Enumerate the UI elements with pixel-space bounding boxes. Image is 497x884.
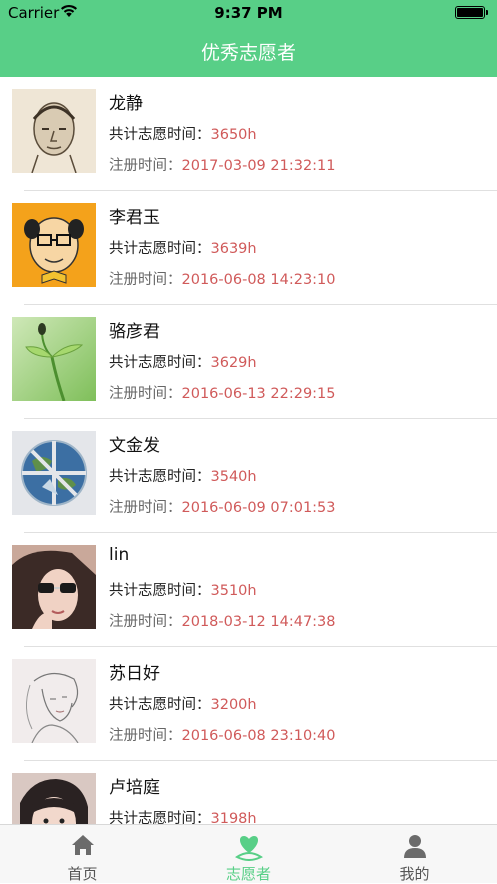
avatar bbox=[12, 545, 96, 629]
tab-volunteers[interactable]: 志愿者 bbox=[166, 825, 331, 884]
volunteer-name: 龙静 bbox=[109, 94, 143, 114]
register-time: 注册时间：2016-06-09 07:01:53 bbox=[109, 500, 336, 516]
total-hours: 共计志愿时间：3510h bbox=[109, 583, 257, 599]
volunteer-name: 骆彦君 bbox=[109, 322, 160, 342]
total-hours: 共计志愿时间：3200h bbox=[109, 697, 257, 713]
register-time: 注册时间：2016-06-08 14:23:10 bbox=[109, 272, 336, 288]
page-title: 优秀志愿者 bbox=[200, 42, 296, 64]
clock: 9:37 PM bbox=[214, 4, 283, 22]
tab-label: 首页 bbox=[67, 865, 98, 883]
register-time: 注册时间：2017-03-09 21:32:11 bbox=[109, 158, 336, 174]
volunteer-name: lin bbox=[109, 545, 130, 565]
volunteer-name: 苏日好 bbox=[109, 664, 160, 684]
tab-label: 我的 bbox=[399, 865, 430, 883]
tab-label: 志愿者 bbox=[225, 865, 271, 883]
volunteer-name: 卢培庭 bbox=[109, 778, 160, 798]
avatar bbox=[12, 203, 96, 287]
volunteer-row[interactable]: lin 共计志愿时间：3510h 注册时间：2018-03-12 14:47:3… bbox=[0, 533, 497, 647]
total-hours: 共计志愿时间：3639h bbox=[109, 241, 257, 257]
heart-hand-icon bbox=[234, 836, 263, 861]
tab-mine[interactable]: 我的 bbox=[332, 825, 497, 884]
total-hours: 共计志愿时间：3650h bbox=[109, 127, 257, 143]
volunteer-name: 李君玉 bbox=[109, 208, 160, 228]
avatar bbox=[12, 659, 96, 743]
volunteer-row[interactable]: 苏日好 共计志愿时间：3200h 注册时间：2016-06-08 23:10:4… bbox=[0, 647, 497, 761]
navigation-bar: 优秀志愿者 bbox=[0, 26, 497, 77]
avatar bbox=[12, 431, 96, 515]
home-icon bbox=[71, 835, 94, 855]
register-time: 注册时间：2016-06-08 23:10:40 bbox=[109, 728, 336, 744]
register-time: 注册时间：2016-06-13 22:29:15 bbox=[109, 386, 336, 402]
total-hours: 共计志愿时间：3629h bbox=[109, 355, 257, 371]
total-hours: 共计志愿时间：3540h bbox=[109, 469, 257, 485]
volunteer-row[interactable]: 文金发 共计志愿时间：3540h 注册时间：2016-06-09 07:01:5… bbox=[0, 419, 497, 533]
battery-icon bbox=[455, 6, 488, 19]
status-bar: Carrier 9:37 PM bbox=[0, 0, 497, 26]
volunteer-name: 文金发 bbox=[109, 436, 160, 456]
volunteer-list[interactable]: 龙静 共计志愿时间：3650h 注册时间：2017-03-09 21:32:11… bbox=[0, 77, 497, 824]
volunteer-row[interactable]: 李君玉 共计志愿时间：3639h 注册时间：2016-06-08 14:23:1… bbox=[0, 191, 497, 305]
person-icon bbox=[403, 835, 426, 858]
volunteer-row[interactable]: 卢培庭 共计志愿时间：3198h bbox=[0, 761, 497, 824]
volunteer-row[interactable]: 骆彦君 共计志愿时间：3629h 注册时间：2016-06-13 22:29:1… bbox=[0, 305, 497, 419]
volunteer-row[interactable]: 龙静 共计志愿时间：3650h 注册时间：2017-03-09 21:32:11 bbox=[0, 77, 497, 191]
avatar bbox=[12, 89, 96, 173]
register-time: 注册时间：2018-03-12 14:47:38 bbox=[109, 614, 336, 630]
avatar bbox=[12, 317, 96, 401]
avatar bbox=[12, 773, 96, 824]
total-hours: 共计志愿时间：3198h bbox=[109, 811, 257, 824]
tab-home[interactable]: 首页 bbox=[0, 825, 165, 884]
tab-bar: 首页 志愿者 我的 bbox=[0, 824, 497, 883]
